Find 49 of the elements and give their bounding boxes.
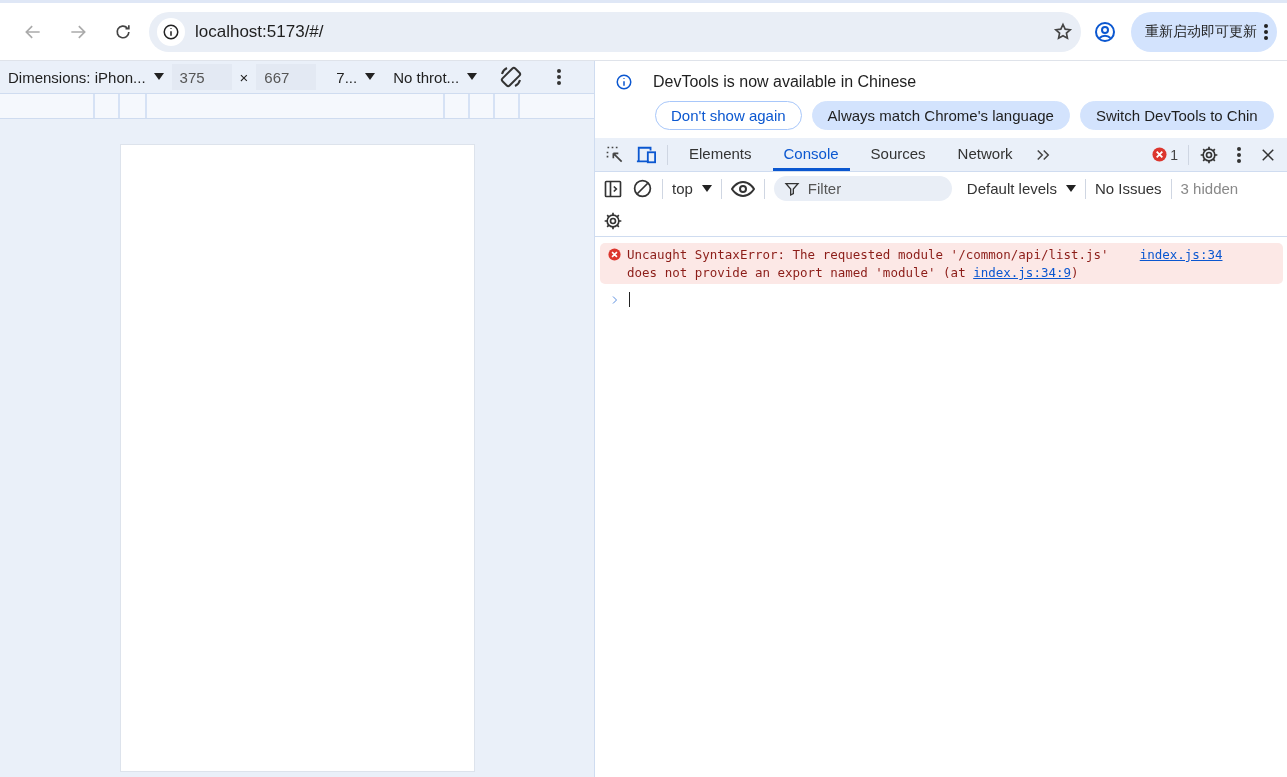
dropdown-caret-icon [701, 184, 712, 193]
times-sign: × [239, 68, 249, 86]
bookmark-star-icon[interactable] [1053, 21, 1073, 42]
error-count-badge[interactable]: 1 [1152, 146, 1178, 163]
width-field[interactable]: 375 [171, 64, 232, 91]
update-button[interactable]: 重新启动即可更新 [1131, 11, 1277, 52]
profile-icon[interactable] [1093, 19, 1117, 44]
source-link[interactable]: index.js:34 [1139, 246, 1223, 264]
dropdown-caret-icon [1065, 184, 1076, 193]
url-text: localhost:5173/#/ [195, 21, 325, 42]
info-icon [615, 73, 633, 91]
error-icon [1152, 147, 1168, 162]
dropdown-caret-icon [365, 73, 376, 82]
more-icon[interactable] [1237, 146, 1241, 163]
more-icon [1263, 22, 1269, 41]
sidebar-toggle-icon[interactable] [603, 178, 623, 199]
dimensions-dropdown[interactable]: Dimensions: iPhon... [8, 68, 146, 86]
source-link[interactable]: index.js:34:9 [973, 265, 1072, 280]
settings-icon[interactable] [1199, 144, 1219, 165]
infobar-message: DevTools is now available in Chinese [653, 73, 917, 91]
dropdown-caret-icon [467, 73, 478, 82]
error-count: 1 [1170, 146, 1178, 163]
panel-tab[interactable]: Console [772, 138, 850, 171]
log-levels-dropdown[interactable]: Default levels [966, 180, 1057, 197]
more-icon[interactable] [557, 69, 562, 86]
rotate-icon[interactable] [499, 65, 524, 90]
device-toolbar-icon[interactable] [635, 144, 657, 165]
settings-icon[interactable] [603, 210, 623, 231]
panel-tab[interactable]: Network [946, 138, 1024, 171]
throttling-dropdown[interactable]: No throt... [393, 68, 460, 86]
zoom-dropdown[interactable]: 7... [336, 68, 358, 86]
inspect-element-icon[interactable] [605, 144, 625, 165]
clear-console-icon[interactable] [632, 178, 653, 199]
error-icon [608, 248, 621, 261]
infobar-button[interactable]: Always match Chrome's language [811, 101, 1070, 130]
error-message: Uncaught SyntaxError: The requested module '/common/api/list.js' does not provide an export named 'module' (at index.js:34:9) [627, 246, 1110, 282]
filter-field[interactable]: Filter [773, 176, 952, 201]
infobar-button[interactable]: Switch DevTools to Chin [1079, 101, 1274, 130]
hidden-count: 3 hidden [1180, 180, 1239, 197]
issues-count[interactable]: No Issues [1094, 180, 1162, 197]
info-icon [162, 22, 180, 41]
context-dropdown[interactable]: top [672, 180, 693, 197]
panel-tab[interactable]: Elements [678, 138, 763, 171]
address-bar[interactable]: localhost:5173/#/ [149, 11, 1081, 52]
panel-tab[interactable]: Sources [859, 138, 937, 171]
filter-icon [783, 181, 800, 197]
dropdown-caret-icon [153, 73, 164, 82]
infobar-button[interactable]: Don't show again [655, 101, 802, 130]
height-field[interactable]: 667 [256, 64, 317, 91]
